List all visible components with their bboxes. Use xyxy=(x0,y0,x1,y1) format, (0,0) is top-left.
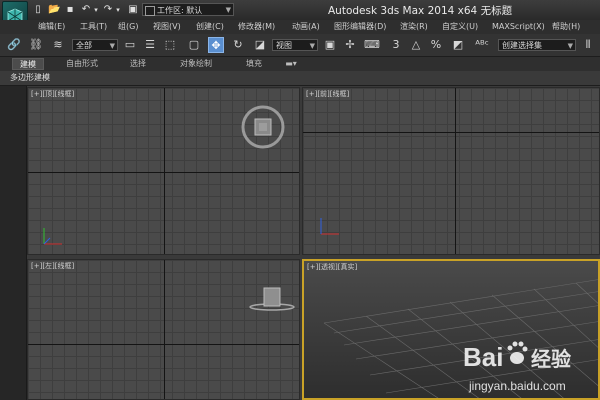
select-and-move-icon[interactable]: ✥ xyxy=(208,37,224,53)
paw-icon xyxy=(507,341,528,364)
title-bar: ▯ 📂 ▪ ↶ ▾ ↷ ▾ ▣ 工作区: 默认 ▼ Autodesk 3ds M… xyxy=(0,0,600,33)
ribbon-options-icon[interactable]: ▬▾ xyxy=(280,58,302,70)
tab-freeform[interactable]: 自由形式 xyxy=(60,58,104,70)
workspace-dropdown[interactable]: 工作区: 默认 ▼ xyxy=(142,3,234,16)
window-crossing-icon[interactable]: ▢ xyxy=(186,37,202,53)
menu-edit[interactable]: 编辑(E) xyxy=(38,21,65,33)
menu-graph-editors[interactable]: 图形编辑器(D) xyxy=(334,21,386,33)
keyboard-shortcut-override-icon[interactable]: ⌨ xyxy=(364,37,380,53)
spinner-snap-icon[interactable]: ◩ xyxy=(450,37,466,53)
percent-snap-icon[interactable]: % xyxy=(428,37,444,53)
tab-selection[interactable]: 选择 xyxy=(122,58,154,70)
viewport-top-label[interactable]: [+][顶][线框] xyxy=(31,90,74,99)
undo-dropdown-icon[interactable]: ▾ xyxy=(92,3,100,17)
select-object-icon[interactable]: ▭ xyxy=(122,37,138,53)
chevron-down-icon: ▼ xyxy=(567,42,573,50)
menu-maxscript[interactable]: MAXScript(X) xyxy=(492,21,545,33)
workspace-label: 工作区: 默认 xyxy=(157,6,203,15)
open-file-icon[interactable]: 📂 xyxy=(48,3,60,17)
menu-tools[interactable]: 工具(T) xyxy=(80,21,107,33)
select-and-scale-icon[interactable]: ◪ xyxy=(252,37,268,53)
ribbon-collapsed-strip xyxy=(0,86,27,400)
select-and-manipulate-icon[interactable]: ✢ xyxy=(342,37,358,53)
angle-snap-label: △ xyxy=(411,38,421,51)
reference-coordinate-value: 视图 xyxy=(276,41,292,50)
project-folder-icon[interactable]: ▣ xyxy=(127,3,139,17)
redo-dropdown-icon[interactable]: ▾ xyxy=(114,3,122,17)
tab-populate[interactable]: 填充 xyxy=(238,58,270,70)
tab-modeling[interactable]: 建模 xyxy=(12,58,44,70)
save-file-icon[interactable]: ▪ xyxy=(64,3,76,17)
selection-filter-dropdown[interactable]: 全部 ▼ xyxy=(72,39,118,51)
viewcube-left-icon[interactable] xyxy=(248,284,296,314)
unlink-icon[interactable]: ⛓ xyxy=(28,37,44,53)
redo-icon[interactable]: ↷ xyxy=(102,3,114,17)
viewport-left[interactable]: [+][左][线框] xyxy=(27,259,300,400)
undo-icon[interactable]: ↶ xyxy=(80,3,92,17)
menu-views[interactable]: 视图(V) xyxy=(153,21,181,33)
workspace-icon xyxy=(145,6,155,16)
baidu-jingyan-watermark: Bai 经验 jingyan.baidu.com xyxy=(463,341,571,393)
snap-label: 3 xyxy=(392,38,400,51)
menu-group[interactable]: 组(G) xyxy=(118,21,138,33)
new-file-icon[interactable]: ▯ xyxy=(32,3,44,17)
menu-customize[interactable]: 自定义(U) xyxy=(442,21,478,33)
named-selection-value: 创建选择集 xyxy=(502,41,542,50)
watermark-brand: Bai xyxy=(463,342,503,372)
axis-tripod-icon xyxy=(320,218,339,235)
named-selection-dropdown[interactable]: 创建选择集 ▼ xyxy=(498,39,576,51)
reference-coordinate-dropdown[interactable]: 视图 ▼ xyxy=(272,39,318,51)
menu-create[interactable]: 创建(C) xyxy=(196,21,224,33)
watermark-brand-suffix: 经验 xyxy=(531,347,571,371)
grid-axis-vertical xyxy=(455,88,456,254)
link-icon[interactable]: 🔗 xyxy=(6,37,22,53)
tab-object-paint[interactable]: 对象绘制 xyxy=(174,58,218,70)
menu-bar: 编辑(E) 工具(T) 组(G) 视图(V) 创建(C) 修改器(M) 动画(A… xyxy=(0,20,600,35)
menu-rendering[interactable]: 渲染(R) xyxy=(400,21,428,33)
select-and-rotate-icon[interactable]: ↻ xyxy=(230,37,246,53)
polygon-modeling-label[interactable]: 多边形建模 xyxy=(10,72,50,84)
snaps-toggle-icon[interactable]: 3 xyxy=(388,37,404,53)
grid-axis-vertical xyxy=(164,88,165,254)
window-title: Autodesk 3ds Max 2014 x64 无标题 xyxy=(328,5,513,17)
main-toolbar: 🔗 ⛓ ≋ 全部 ▼ ▭ ☰ ⬚ ▢ ✥ ↻ ◪ 视图 ▼ ▣ ✢ ⌨ 3 △ … xyxy=(0,34,600,57)
chevron-down-icon: ▼ xyxy=(225,6,231,14)
grid-axis-vertical xyxy=(164,260,165,399)
menu-modifiers[interactable]: 修改器(M) xyxy=(238,21,275,33)
viewport-front-label[interactable]: [+][前][线框] xyxy=(306,90,349,99)
percent-snap-label: % xyxy=(430,38,442,51)
watermark-url: jingyan.baidu.com xyxy=(468,379,566,393)
viewport-left-label[interactable]: [+][左][线框] xyxy=(31,262,74,271)
edit-named-selection-icon[interactable]: ᴬᴮᶜ xyxy=(474,37,490,53)
pivot-center-icon[interactable]: ▣ xyxy=(322,37,338,53)
ribbon-tab-bar: 建模 自由形式 选择 对象绘制 填充 ▬▾ xyxy=(0,57,600,71)
viewcube-top-icon[interactable] xyxy=(240,104,286,150)
grid-axis-horizontal xyxy=(303,132,599,133)
ribbon-panel: 多边形建模 xyxy=(0,71,600,86)
menu-help[interactable]: 帮助(H) xyxy=(552,21,580,33)
axis-tripod-icon xyxy=(43,228,62,245)
select-by-name-icon[interactable]: ☰ xyxy=(142,37,158,53)
chevron-down-icon: ▼ xyxy=(109,42,115,50)
angle-snap-icon[interactable]: △ xyxy=(408,37,424,53)
rectangular-selection-icon[interactable]: ⬚ xyxy=(162,37,178,53)
mirror-icon[interactable]: ⫴ xyxy=(580,37,596,53)
viewport-front[interactable]: [+][前][线框] xyxy=(302,87,600,255)
chevron-down-icon: ▼ xyxy=(309,42,315,50)
menu-animation[interactable]: 动画(A) xyxy=(292,21,320,33)
selection-filter-value: 全部 xyxy=(76,41,92,50)
bind-space-warp-icon[interactable]: ≋ xyxy=(50,37,66,53)
